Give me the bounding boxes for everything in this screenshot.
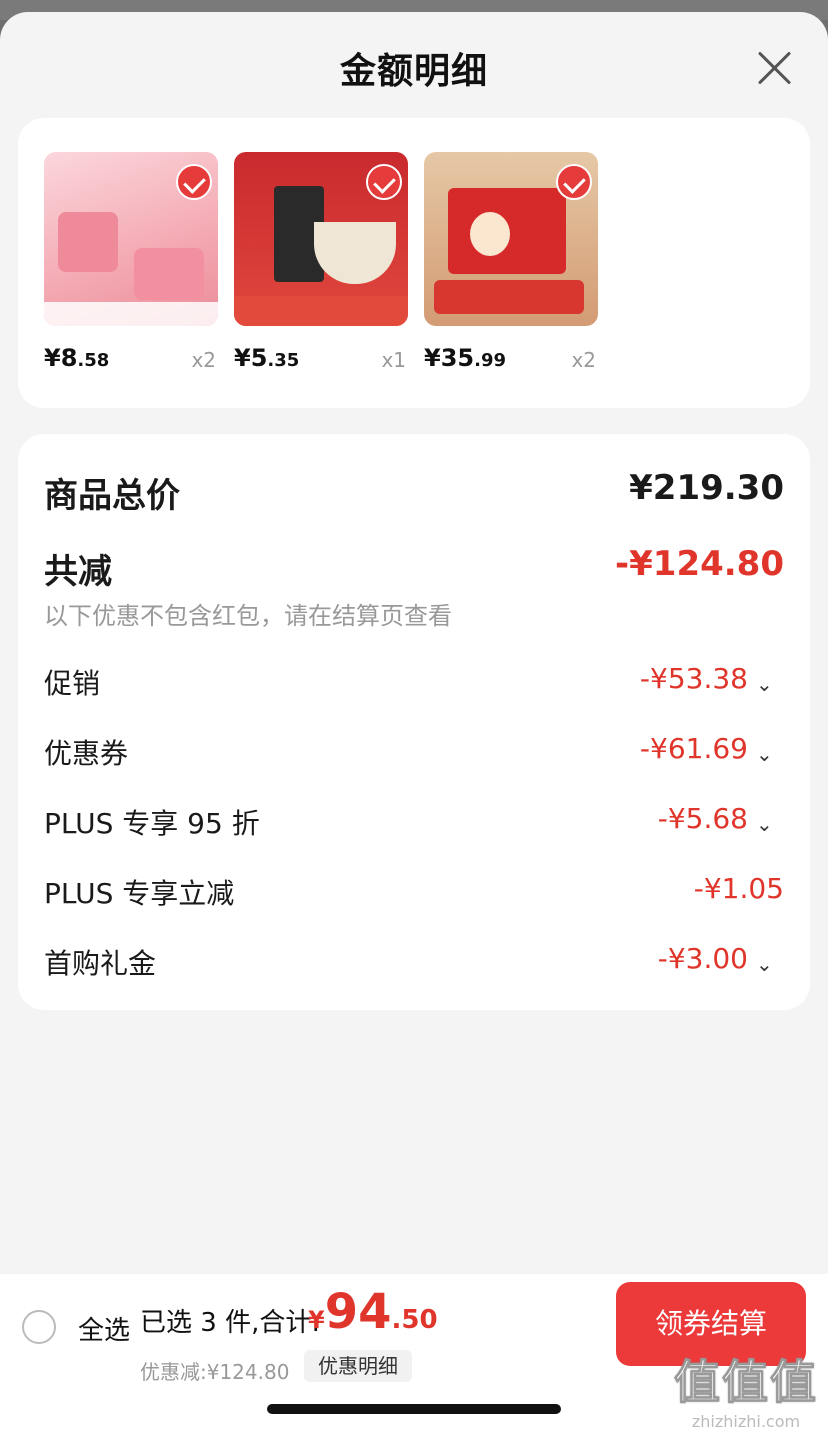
total-value: ¥219.30: [629, 468, 784, 508]
discount-total: 优惠减:¥124.80: [140, 1360, 290, 1384]
discount-label: PLUS 专享 95 折: [44, 807, 260, 840]
total-amount: ¥94.50: [308, 1284, 438, 1340]
discount-note: 以下优惠不包含红包，请在结算页查看: [44, 602, 452, 630]
reduce-label: 共减: [44, 552, 112, 592]
product-qty: x1: [381, 348, 406, 372]
product-thumbnail: [424, 152, 598, 326]
price-detail-card: 商品总价 ¥219.30 共减 -¥124.80 以下优惠不包含红包，请在结算页…: [18, 434, 810, 1010]
product-qty: x2: [571, 348, 596, 372]
check-icon[interactable]: [556, 164, 592, 200]
discount-label: 促销: [44, 667, 101, 700]
product-price: ¥35.99: [424, 344, 506, 372]
discount-label: 优惠券: [44, 737, 129, 770]
chevron-down-icon[interactable]: ⌄: [756, 672, 774, 696]
amount-detail-sheet: 金额明细 ¥8.58 x2 ¥5.35 x1 ¥35.99 x2 商品总价 ¥2…: [0, 12, 828, 1446]
reduce-value: -¥124.80: [615, 544, 784, 584]
chevron-down-icon[interactable]: ⌄: [756, 952, 774, 976]
select-all-radio[interactable]: [22, 1310, 56, 1344]
product-price: ¥5.35: [234, 344, 300, 372]
sheet-title: 金额明细: [339, 51, 488, 92]
watermark: 值值值 zhizhizhi.com: [674, 1355, 818, 1432]
discount-detail-button[interactable]: 优惠明细: [304, 1350, 412, 1382]
product-card: ¥8.58 x2 ¥5.35 x1 ¥35.99 x2: [18, 118, 810, 408]
discount-value: -¥3.00: [657, 942, 748, 975]
select-all-label[interactable]: 全选: [78, 1310, 130, 1347]
discount-value: -¥5.68: [657, 802, 748, 835]
product-qty: x2: [191, 348, 216, 372]
total-label: 商品总价: [44, 476, 180, 516]
chevron-down-icon[interactable]: ⌄: [756, 742, 774, 766]
selected-count: 已选 3 件,合计:: [140, 1308, 321, 1338]
discount-label: PLUS 专享立减: [44, 877, 235, 910]
product-price: ¥8.58: [44, 344, 110, 372]
check-icon[interactable]: [176, 164, 212, 200]
home-indicator: [267, 1404, 561, 1414]
product-thumbnail: [234, 152, 408, 326]
discount-label: 首购礼金: [44, 947, 157, 980]
discount-value: -¥53.38: [639, 662, 748, 695]
chevron-down-icon[interactable]: ⌄: [756, 812, 774, 836]
check-icon[interactable]: [366, 164, 402, 200]
discount-value: -¥61.69: [639, 732, 748, 765]
discount-value: -¥1.05: [693, 872, 784, 905]
close-icon[interactable]: [754, 48, 794, 88]
product-thumbnail: [44, 152, 218, 326]
